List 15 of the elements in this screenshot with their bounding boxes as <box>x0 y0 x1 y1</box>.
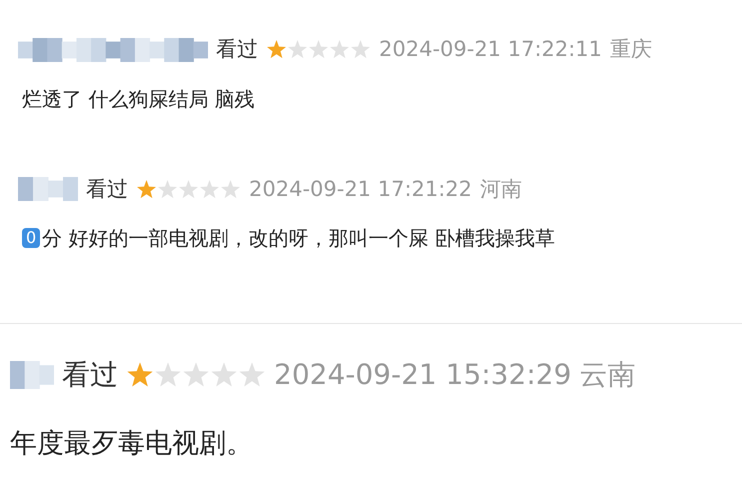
comment-text: 分 好好的一部电视剧，改的呀，那叫一个屎 卧槽我操我草 <box>42 225 555 252</box>
comment-time: 2024-09-21 17:21:22 <box>249 176 472 202</box>
keycap-badge: 0 <box>22 228 40 248</box>
watch-status: 看过 <box>216 36 258 63</box>
comment-time: 2024-09-21 15:32:29 <box>274 357 572 393</box>
blurred-name <box>18 177 78 202</box>
comment-text: 烂透了 什么狗屎结局 脑残 <box>22 86 255 112</box>
comment-location: 河南 <box>480 176 522 202</box>
comment-location: 重庆 <box>610 36 652 63</box>
blurred-name <box>10 361 54 389</box>
comment-text: 年度最歹毒电视剧。 <box>10 427 253 461</box>
comment-time: 2024-09-21 17:22:11 <box>379 36 602 63</box>
watch-status: 看过 <box>86 176 128 202</box>
comment-location: 云南 <box>579 357 636 393</box>
watch-status: 看过 <box>62 357 118 393</box>
